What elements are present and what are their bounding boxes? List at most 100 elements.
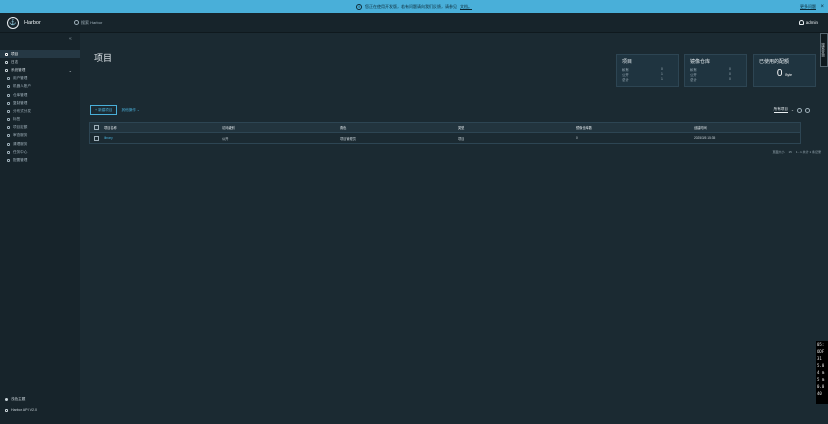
chevron-down-icon[interactable]: ⌄ xyxy=(791,108,794,112)
sidebar-item-label: 系统管理 xyxy=(11,67,26,72)
project-name-link[interactable]: library xyxy=(104,136,222,140)
quota-unit: Byte xyxy=(785,73,793,77)
brand-name[interactable]: Harbor xyxy=(24,20,41,26)
info-icon: i xyxy=(356,3,362,10)
sidebar-item-projects[interactable]: 项目 xyxy=(0,50,80,59)
tag-icon xyxy=(7,118,10,122)
sidebar-item-clean-up[interactable]: 清理服务 xyxy=(0,140,80,148)
column-header[interactable]: 镜像仓库数 xyxy=(576,125,694,130)
column-header[interactable]: 角色 xyxy=(340,125,458,130)
registry-icon xyxy=(7,93,10,97)
sidebar-item-robot-accounts[interactable]: 机器人账户 xyxy=(0,83,80,91)
announcement-banner: i 您正在使用开发版，若有问题请向我们反馈，请参见 文档。 更多问题 × xyxy=(0,0,828,13)
sidebar-item-label: 机器人账户 xyxy=(13,84,31,89)
table-header: 项目名称 访问级别 角色 类型 镜像仓库数 创建时间 xyxy=(90,123,800,133)
sidebar-item-quotas[interactable]: 项目定额 xyxy=(0,124,80,132)
sidebar-item-label: 标签 xyxy=(13,117,21,122)
row-checkbox[interactable] xyxy=(94,135,99,141)
banner-message: i 您正在使用开发版，若有问题请向我们反馈，请参见 文档。 xyxy=(356,3,472,10)
row-value: 0 xyxy=(729,77,731,81)
table-cell: 0 xyxy=(576,136,578,140)
replication-icon xyxy=(7,101,10,105)
sidebar: « 项目 日志 系统管理 ⌄ 用户管理 机器人账户 仓库管理 复制管理 分布式分发… xyxy=(0,33,80,424)
sidebar-item-job-service[interactable]: 任务中心 xyxy=(0,148,80,156)
quota-summary-card: 已使用的配额 0 Byte xyxy=(753,54,816,87)
projects-summary-card: 项目 私有 0 公开 1 总计 1 xyxy=(616,54,679,87)
global-search[interactable]: 搜索 Harbor xyxy=(74,20,102,26)
api-label: Harbor API V2.0 xyxy=(11,408,37,412)
column-header[interactable]: 项目名称 xyxy=(104,125,222,130)
sidebar-item-replications[interactable]: 复制管理 xyxy=(0,99,80,107)
terminal-line: 31 xyxy=(817,356,822,361)
projects-icon xyxy=(5,52,8,56)
sidebar-item-label: 任务中心 xyxy=(13,149,28,154)
close-icon[interactable]: × xyxy=(820,4,824,10)
users-icon xyxy=(7,77,10,81)
table-cell: 2025/3/5 15:35 xyxy=(694,136,716,140)
table-pagination: 页面大小 15 1 - 1 共计 1 条记录 xyxy=(772,150,821,154)
card-title: 项目 xyxy=(622,59,633,65)
sidebar-item-label: 配置管理 xyxy=(13,158,28,163)
sidebar-nav: 项目 日志 系统管理 ⌄ 用户管理 机器人账户 仓库管理 复制管理 分布式分发 标… xyxy=(0,50,80,165)
page-title: 项目 xyxy=(94,53,113,63)
more-actions-button[interactable]: 其他操作 ⌄ xyxy=(121,108,139,113)
column-header[interactable]: 访问级别 xyxy=(222,125,340,130)
banner-more-link[interactable]: 更多问题 xyxy=(800,4,816,10)
sidebar-item-interrogation[interactable]: 审查服务 xyxy=(0,132,80,140)
sidebar-item-users[interactable]: 用户管理 xyxy=(0,75,80,83)
column-header[interactable]: 创建时间 xyxy=(694,125,794,130)
terminal-line: 40 xyxy=(817,391,822,396)
terminal-line: 5 m xyxy=(817,377,825,382)
sidebar-item-label: 分布式分发 xyxy=(13,108,31,113)
sidebar-item-label: 审查服务 xyxy=(13,133,28,138)
sidebar-item-label: 项目 xyxy=(11,51,19,56)
trash-icon xyxy=(7,142,10,146)
sidebar-item-administration[interactable]: 系统管理 ⌄ xyxy=(0,66,80,74)
theme-toggle[interactable]: 浅色主题 xyxy=(5,397,25,402)
search-icon xyxy=(74,20,79,25)
sidebar-item-distributions[interactable]: 分布式分发 xyxy=(0,107,80,115)
api-icon xyxy=(5,408,8,412)
chevron-down-icon: ⌄ xyxy=(68,67,72,73)
search-input[interactable]: 搜索 Harbor xyxy=(81,20,102,26)
api-link[interactable]: Harbor API V2.0 xyxy=(5,408,37,412)
sidebar-item-label: 复制管理 xyxy=(13,100,28,105)
harbor-logo-icon[interactable]: ⚓ xyxy=(7,16,19,29)
robot-icon xyxy=(7,85,10,89)
scan-icon xyxy=(7,134,10,138)
filter-select[interactable]: 所有项目 xyxy=(773,107,788,113)
projects-table: 项目名称 访问级别 角色 类型 镜像仓库数 创建时间 library 公开 项目… xyxy=(89,122,801,144)
sidebar-item-configuration[interactable]: 配置管理 xyxy=(0,156,80,164)
card-title: 镜像仓库 xyxy=(690,59,711,65)
user-menu[interactable]: admin xyxy=(798,20,818,25)
new-project-button[interactable]: + 新建项目 xyxy=(90,105,118,115)
sidebar-item-label: 日志 xyxy=(11,59,19,64)
table-cell: 项目管理员 xyxy=(340,136,356,141)
quota-value: 0 Byte xyxy=(759,68,810,79)
sidebar-item-labels[interactable]: 标签 xyxy=(0,116,80,124)
sidebar-item-registries[interactable]: 仓库管理 xyxy=(0,91,80,99)
table-cell: 公开 xyxy=(222,136,229,141)
sidebar-item-label: 仓库管理 xyxy=(13,92,28,97)
banner-doc-link[interactable]: 文档。 xyxy=(460,4,472,10)
theme-icon xyxy=(5,398,8,401)
sidebar-item-label: 项目定额 xyxy=(13,125,28,130)
sidebar-item-label: 用户管理 xyxy=(13,76,28,81)
main-content: 项目 项目 私有 0 公开 1 总计 1 镜像仓库 私有 0 公开 0 总计 0 已使用的配… xyxy=(80,33,828,424)
quota-number: 0 xyxy=(776,68,783,79)
table-cell: 项目 xyxy=(458,136,465,141)
collapse-sidebar-icon[interactable]: « xyxy=(69,36,72,42)
select-all-checkbox[interactable] xyxy=(94,125,99,130)
search-icon[interactable] xyxy=(797,107,802,113)
admin-icon xyxy=(5,68,8,72)
sidebar-item-logs[interactable]: 日志 xyxy=(0,58,80,66)
page-size-select[interactable]: 15 xyxy=(788,150,791,154)
column-header[interactable]: 类型 xyxy=(458,125,576,130)
logs-icon xyxy=(5,60,8,64)
refresh-icon[interactable] xyxy=(805,107,810,113)
sidebar-item-label: 清理服务 xyxy=(13,141,28,146)
page-size-label: 页面大小 xyxy=(772,150,785,154)
row-label: 总计 xyxy=(622,78,629,82)
gear-icon xyxy=(7,159,10,163)
terminal-line: 05: xyxy=(817,342,825,347)
